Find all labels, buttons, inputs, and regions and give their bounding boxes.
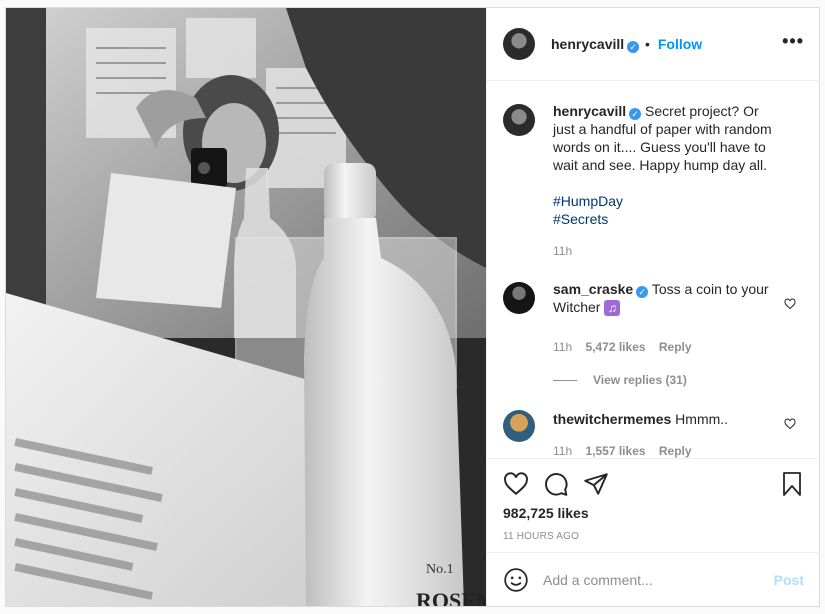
follow-button[interactable]: Follow [658, 36, 702, 52]
save-bookmark-icon[interactable] [780, 471, 804, 497]
comment-bubble-icon[interactable] [543, 471, 569, 497]
posted-time: 11 HOURS AGO [503, 531, 580, 542]
verified-badge-icon: ✓ [636, 286, 649, 298]
view-replies-button[interactable]: View replies (31) [593, 373, 687, 387]
post-header: henrycavill ✓ • Follow ••• [487, 8, 820, 81]
comment-1-reply-button[interactable]: Reply [659, 340, 692, 354]
hashtag-secrets[interactable]: #Secrets [553, 210, 773, 228]
author-avatar[interactable] [503, 28, 535, 60]
verified-badge-icon: ✓ [629, 108, 642, 120]
comment-1-likes[interactable]: 5,472 likes [585, 340, 645, 354]
post-photo[interactable]: ROSEMA No.1 [6, 8, 486, 606]
caption-time: 11h [553, 244, 573, 258]
photo-illustration: ROSEMA No.1 [6, 8, 486, 606]
comment-1-like-heart-icon[interactable] [784, 298, 796, 310]
comment-2-like-heart-icon[interactable] [784, 418, 796, 430]
commenter-avatar[interactable] [503, 282, 535, 314]
commenter-avatar[interactable] [503, 410, 535, 442]
bottle-label-number: No.1 [426, 562, 454, 577]
comment-2-username[interactable]: thewitchermemes [553, 411, 671, 427]
comment-2-likes[interactable]: 1,557 likes [585, 444, 645, 458]
header-user-row: henrycavill ✓ • Follow [551, 36, 702, 53]
comment-1-username[interactable]: sam_craske [553, 281, 633, 297]
comment-1-meta: 11h 5,472 likes Reply [553, 340, 692, 354]
comment-2-meta: 11h 1,557 likes Reply [553, 444, 692, 458]
post-actions: 982,725 likes 11 HOURS AGO [487, 458, 820, 553]
comment-2-time: 11h [553, 444, 573, 458]
comment-2-reply-button[interactable]: Reply [659, 444, 692, 458]
comment-1-time: 11h [553, 340, 573, 354]
add-comment-bar: Add a comment... Post [487, 552, 820, 607]
caption-text-block: henrycavill ✓ Secret project? Or just a h… [553, 102, 773, 174]
caption-username[interactable]: henrycavill [553, 103, 626, 119]
music-note-emoji-icon: ♫ [604, 300, 621, 316]
hashtag-humpday[interactable]: #HumpDay [553, 192, 773, 210]
add-comment-input[interactable]: Add a comment... [543, 572, 653, 588]
like-heart-icon[interactable] [503, 471, 529, 497]
emoji-smiley-icon[interactable] [503, 567, 529, 593]
more-options-icon[interactable]: ••• [782, 32, 804, 50]
post-modal: ROSEMA No.1 henrycavill✓ • Follow ••• he… [5, 7, 820, 607]
view-replies-line [553, 380, 577, 381]
post-comment-button[interactable]: Post [774, 572, 804, 588]
comment-2-text: Hmmm.. [675, 411, 729, 427]
comment-1-text-block: sam_craske ✓ Toss a coin to your Witcher … [553, 280, 773, 316]
caption-avatar[interactable] [503, 104, 535, 136]
likes-count[interactable]: 982,725 likes [503, 505, 589, 521]
bottle-label-text: ROSEMA [416, 588, 486, 606]
share-paper-plane-icon[interactable] [583, 471, 609, 497]
header-separator: • [645, 36, 650, 52]
author-username[interactable]: henrycavill [551, 36, 624, 52]
comment-2-text-block: thewitchermemes Hmmm.. [553, 410, 773, 428]
verified-badge-icon: ✓ [627, 41, 640, 53]
comments-list: henrycavill ✓ Secret project? Or just a h… [487, 80, 820, 458]
post-side-panel: henrycavill ✓ • Follow ••• henrycavill ✓ S… [486, 8, 820, 606]
